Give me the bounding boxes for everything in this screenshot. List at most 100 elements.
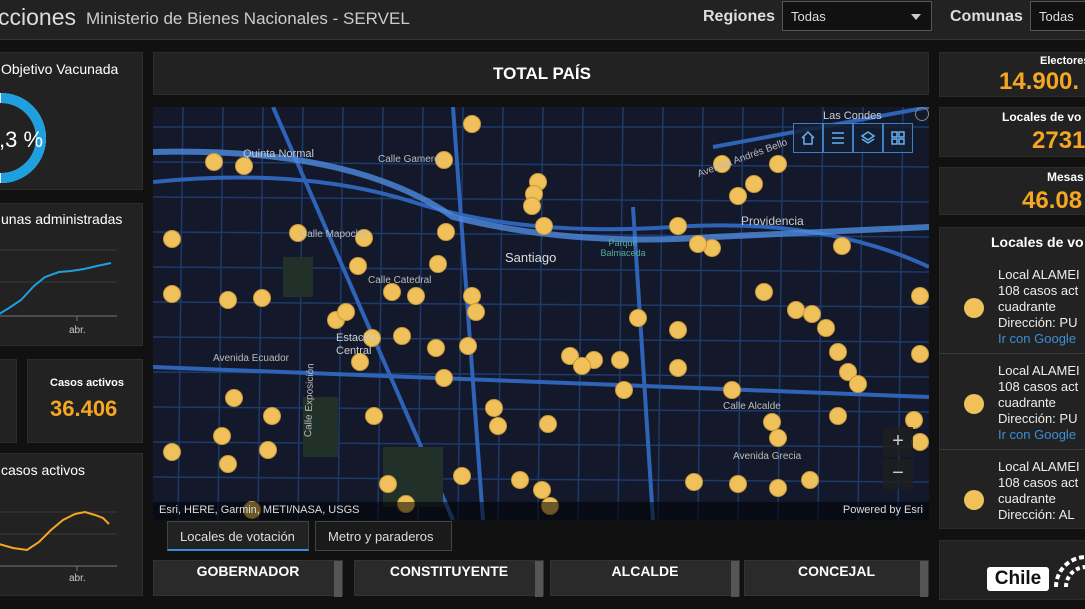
map-marker[interactable] xyxy=(463,115,481,133)
map-marker[interactable] xyxy=(219,455,237,473)
map-marker[interactable] xyxy=(729,187,747,205)
zoom-in-button[interactable]: + xyxy=(883,427,913,457)
map-marker[interactable] xyxy=(755,283,773,301)
alcalde-label: ALCALDE xyxy=(611,563,679,579)
map-marker[interactable] xyxy=(213,427,231,445)
google-maps-link[interactable]: Ir con Google xyxy=(998,331,1080,347)
map-marker[interactable] xyxy=(803,305,821,323)
map-marker[interactable] xyxy=(689,235,707,253)
map-marker[interactable] xyxy=(769,479,787,497)
map-marker[interactable] xyxy=(459,337,477,355)
map-label-parque: Parque Balmaceda xyxy=(600,238,646,258)
map-marker[interactable] xyxy=(379,475,397,493)
list-item[interactable]: Local ALAMEI 108 casos act cuadrante Dir… xyxy=(940,354,1085,450)
map-marker[interactable] xyxy=(911,287,929,305)
map-marker[interactable] xyxy=(253,289,271,307)
home-icon[interactable] xyxy=(793,123,823,153)
alcalde-button[interactable]: ALCALDE xyxy=(550,560,740,597)
map-marker[interactable] xyxy=(393,327,411,345)
gobernador-button[interactable]: GOBERNADOR xyxy=(153,560,343,597)
map-marker[interactable] xyxy=(205,153,223,171)
map-marker[interactable] xyxy=(511,471,529,489)
attribution-text: Esri, HERE, Garmin, METI/NASA, USGS xyxy=(159,504,360,516)
layers-icon[interactable] xyxy=(853,123,883,153)
map-marker[interactable] xyxy=(523,197,541,215)
locales-list-title: Locales de vo xyxy=(991,234,1084,250)
map-marker[interactable] xyxy=(535,217,553,235)
map-marker[interactable] xyxy=(911,345,929,363)
item-sector: cuadrante xyxy=(998,299,1056,314)
map-marker[interactable] xyxy=(685,473,703,491)
zoom-out-button[interactable]: − xyxy=(883,459,913,489)
map-marker[interactable] xyxy=(435,369,453,387)
expand-icon[interactable] xyxy=(915,107,929,121)
list-item[interactable]: Local ALAMEI 108 casos act cuadrante Dir… xyxy=(940,258,1085,354)
powered-by-esri[interactable]: Powered by Esri xyxy=(843,504,923,516)
map-marker[interactable] xyxy=(669,359,687,377)
map-marker[interactable] xyxy=(489,417,507,435)
tab-locales[interactable]: Locales de votación xyxy=(167,521,309,551)
map-marker[interactable] xyxy=(163,443,181,461)
map-marker[interactable] xyxy=(427,339,445,357)
concejal-button[interactable]: CONCEJAL xyxy=(744,560,929,597)
location-marker-icon xyxy=(964,394,984,414)
map-marker[interactable] xyxy=(219,291,237,309)
map-marker[interactable] xyxy=(259,441,277,459)
map-marker[interactable] xyxy=(829,407,847,425)
map-attribution: Esri, HERE, Garmin, METI/NASA, USGS Powe… xyxy=(153,502,929,520)
regiones-select[interactable]: Todas xyxy=(782,1,932,31)
list-icon[interactable] xyxy=(823,123,853,153)
map-marker[interactable] xyxy=(485,399,503,417)
map-marker[interactable] xyxy=(629,309,647,327)
map-marker[interactable] xyxy=(833,237,851,255)
map-marker[interactable] xyxy=(763,413,781,431)
map-label-grecia: Avenida Grecia xyxy=(733,451,802,462)
map-marker[interactable] xyxy=(463,287,481,305)
map-marker[interactable] xyxy=(453,467,471,485)
map-marker[interactable] xyxy=(611,351,629,369)
constituyente-label: CONSTITUYENTE xyxy=(389,563,509,579)
casos-label: Casos activos xyxy=(50,377,124,389)
map-marker[interactable] xyxy=(911,433,929,451)
location-marker-icon xyxy=(964,490,984,510)
map-marker[interactable] xyxy=(769,155,787,173)
list-item[interactable]: Local ALAMEI 108 casos act cuadrante Dir… xyxy=(940,450,1085,528)
map-marker[interactable] xyxy=(429,255,447,273)
top-header: cciones Ministerio de Bienes Nacionales … xyxy=(0,0,1085,40)
map-marker[interactable] xyxy=(573,357,591,375)
map-marker[interactable] xyxy=(801,471,819,489)
chevron-down-icon xyxy=(911,14,921,20)
map-marker[interactable] xyxy=(225,389,243,407)
item-name: Local ALAMEI xyxy=(998,363,1080,378)
map-marker[interactable] xyxy=(337,303,355,321)
map-marker[interactable] xyxy=(729,475,747,493)
map-marker[interactable] xyxy=(615,381,633,399)
map-marker[interactable] xyxy=(163,230,181,248)
map-marker[interactable] xyxy=(669,217,687,235)
map-marker[interactable] xyxy=(263,407,281,425)
map-marker[interactable] xyxy=(365,407,383,425)
map-marker[interactable] xyxy=(817,319,835,337)
map-marker[interactable] xyxy=(849,375,867,393)
map-marker[interactable] xyxy=(723,381,741,399)
comunas-select[interactable]: Todas xyxy=(1030,1,1085,31)
tab-metro[interactable]: Metro y paraderos xyxy=(315,521,452,551)
map-marker[interactable] xyxy=(539,415,557,433)
map-view[interactable]: Las Condes Santiago Providencia Parque B… xyxy=(153,107,929,520)
map-marker[interactable] xyxy=(437,223,455,241)
basemap-gallery-icon[interactable] xyxy=(883,123,913,153)
map-marker[interactable] xyxy=(669,321,687,339)
item-cases: 108 casos act xyxy=(998,379,1079,394)
map-marker[interactable] xyxy=(349,257,367,275)
electores-panel: Electores 14.900. xyxy=(939,52,1085,97)
map-marker[interactable] xyxy=(745,175,763,193)
map-label-gamero: Calle Gamero xyxy=(378,154,440,165)
map-marker[interactable] xyxy=(467,303,485,321)
google-maps-link[interactable]: Ir con Google xyxy=(998,427,1080,443)
map-marker[interactable] xyxy=(163,285,181,303)
map-marker[interactable] xyxy=(769,429,787,447)
map-marker[interactable] xyxy=(407,287,425,305)
map-marker[interactable] xyxy=(787,301,805,319)
map-marker[interactable] xyxy=(829,343,847,361)
constituyente-button[interactable]: CONSTITUYENTE xyxy=(354,560,544,597)
